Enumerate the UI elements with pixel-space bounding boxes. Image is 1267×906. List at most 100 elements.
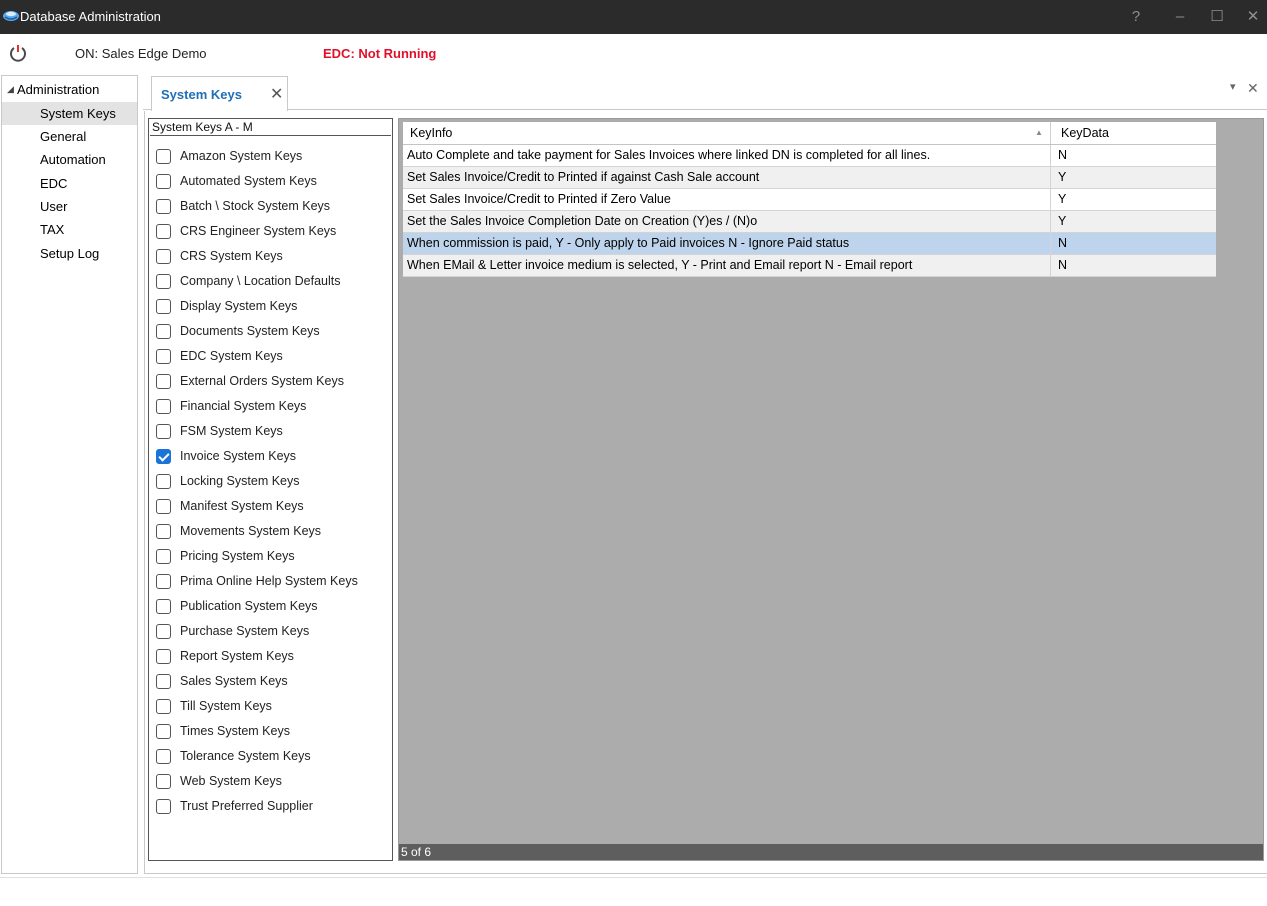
keyinfo-cell[interactable]: Auto Complete and take payment for Sales… [403,145,1051,166]
table-row[interactable]: Set Sales Invoice/Credit to Printed if a… [403,167,1216,189]
tree-root-administration[interactable]: ◢ Administration [2,78,137,101]
column-header-keyinfo[interactable]: KeyInfo [403,122,1051,144]
checkbox[interactable] [156,524,171,539]
close-all-tabs-icon[interactable]: ✕ [1247,80,1259,97]
checklist-item[interactable]: Times System Keys [156,719,390,744]
checkbox[interactable] [156,349,171,364]
tree-item-tax[interactable]: TAX [2,218,137,241]
tree-item-automation[interactable]: Automation [2,148,137,171]
checkbox[interactable] [156,724,171,739]
tab-system-keys[interactable]: System Keys ✕ [151,76,288,111]
maximize-button[interactable]: ☐ [1206,6,1228,28]
tab-list-dropdown-icon[interactable]: ▾ [1230,80,1236,93]
checklist-item[interactable]: Web System Keys [156,769,390,794]
checkbox[interactable] [156,624,171,639]
title-bar: Database Administration ? – ☐ ✕ [0,0,1267,34]
help-button[interactable]: ? [1125,6,1147,28]
keyinfo-cell[interactable]: Set Sales Invoice/Credit to Printed if Z… [403,189,1051,210]
checklist-item[interactable]: Tolerance System Keys [156,744,390,769]
tree-item-setup-log[interactable]: Setup Log [2,242,137,265]
table-row[interactable]: Auto Complete and take payment for Sales… [403,145,1216,167]
checkbox[interactable] [156,699,171,714]
checkbox[interactable] [156,674,171,689]
checklist-item[interactable]: Company \ Location Defaults [156,269,390,294]
checkbox[interactable] [156,274,171,289]
checklist-item[interactable]: Publication System Keys [156,594,390,619]
checkbox[interactable] [156,224,171,239]
checklist-item[interactable]: Invoice System Keys [156,444,390,469]
checklist-item[interactable]: Sales System Keys [156,669,390,694]
checklist-item[interactable]: Purchase System Keys [156,619,390,644]
keydata-cell[interactable]: N [1052,145,1216,166]
checklist-item[interactable]: CRS System Keys [156,244,390,269]
connection-status-bar: ON: Sales Edge Demo EDC: Not Running [0,34,1267,72]
checklist-item[interactable]: Report System Keys [156,644,390,669]
keydata-cell[interactable]: Y [1052,211,1216,232]
column-header-keydata[interactable]: KeyData [1052,122,1216,144]
tree-item-label: System Keys [40,106,116,121]
keydata-cell[interactable]: Y [1052,189,1216,210]
checklist-item[interactable]: Pricing System Keys [156,544,390,569]
checklist-item-label: CRS Engineer System Keys [180,224,337,238]
keydata-cell[interactable]: Y [1052,167,1216,188]
checkbox[interactable] [156,774,171,789]
keyinfo-cell[interactable]: When commission is paid, Y - Only apply … [403,233,1051,254]
table-row[interactable]: Set Sales Invoice/Credit to Printed if Z… [403,189,1216,211]
tree-item-general[interactable]: General [2,125,137,148]
minimize-button[interactable]: – [1169,6,1191,28]
checkbox[interactable] [156,249,171,264]
checklist-item-label: FSM System Keys [180,424,283,438]
tree-item-system-keys[interactable]: System Keys [2,102,137,125]
checkbox[interactable] [156,799,171,814]
close-window-button[interactable]: ✕ [1242,6,1264,28]
checkbox[interactable] [156,499,171,514]
checkbox-checked[interactable] [156,449,171,464]
checklist-item[interactable]: Batch \ Stock System Keys [156,194,390,219]
power-icon[interactable] [9,44,27,62]
checklist-item[interactable]: Trust Preferred Supplier [156,794,390,819]
checkbox[interactable] [156,649,171,664]
tree-item-user[interactable]: User [2,195,137,218]
checklist-item[interactable]: Manifest System Keys [156,494,390,519]
checkbox[interactable] [156,374,171,389]
close-tab-icon[interactable]: ✕ [270,84,283,104]
checkbox[interactable] [156,549,171,564]
checkbox[interactable] [156,149,171,164]
checkbox[interactable] [156,324,171,339]
checklist-item[interactable]: FSM System Keys [156,419,390,444]
keydata-cell[interactable]: N [1052,255,1216,276]
checklist-item[interactable]: Locking System Keys [156,469,390,494]
checklist-item-label: Web System Keys [180,774,282,788]
checklist-item[interactable]: Display System Keys [156,294,390,319]
checkbox[interactable] [156,299,171,314]
checklist-item-label: Automated System Keys [180,174,317,188]
checklist-item[interactable]: Movements System Keys [156,519,390,544]
keydata-cell[interactable]: N [1052,233,1216,254]
checkbox[interactable] [156,424,171,439]
checklist-item[interactable]: CRS Engineer System Keys [156,219,390,244]
keyinfo-cell[interactable]: Set Sales Invoice/Credit to Printed if a… [403,167,1051,188]
checkbox[interactable] [156,399,171,414]
checkbox[interactable] [156,174,171,189]
checklist-item[interactable]: External Orders System Keys [156,369,390,394]
tab-label: System Keys [161,87,242,102]
keyinfo-cell[interactable]: When EMail & Letter invoice medium is se… [403,255,1051,276]
tree-item-edc[interactable]: EDC [2,172,137,195]
checkbox[interactable] [156,574,171,589]
table-row[interactable]: Set the Sales Invoice Completion Date on… [403,211,1216,233]
checklist-item[interactable]: Financial System Keys [156,394,390,419]
checklist-item[interactable]: Documents System Keys [156,319,390,344]
keyinfo-cell[interactable]: Set the Sales Invoice Completion Date on… [403,211,1051,232]
checklist-item[interactable]: Till System Keys [156,694,390,719]
checklist-item[interactable]: EDC System Keys [156,344,390,369]
checkbox[interactable] [156,749,171,764]
collapse-arrow-icon[interactable]: ◢ [7,78,14,101]
checkbox[interactable] [156,199,171,214]
checkbox[interactable] [156,599,171,614]
table-row[interactable]: When EMail & Letter invoice medium is se… [403,255,1216,277]
checklist-item[interactable]: Automated System Keys [156,169,390,194]
checklist-item[interactable]: Prima Online Help System Keys [156,569,390,594]
table-row[interactable]: When commission is paid, Y - Only apply … [403,233,1216,255]
checklist-item[interactable]: Amazon System Keys [156,144,390,169]
checkbox[interactable] [156,474,171,489]
